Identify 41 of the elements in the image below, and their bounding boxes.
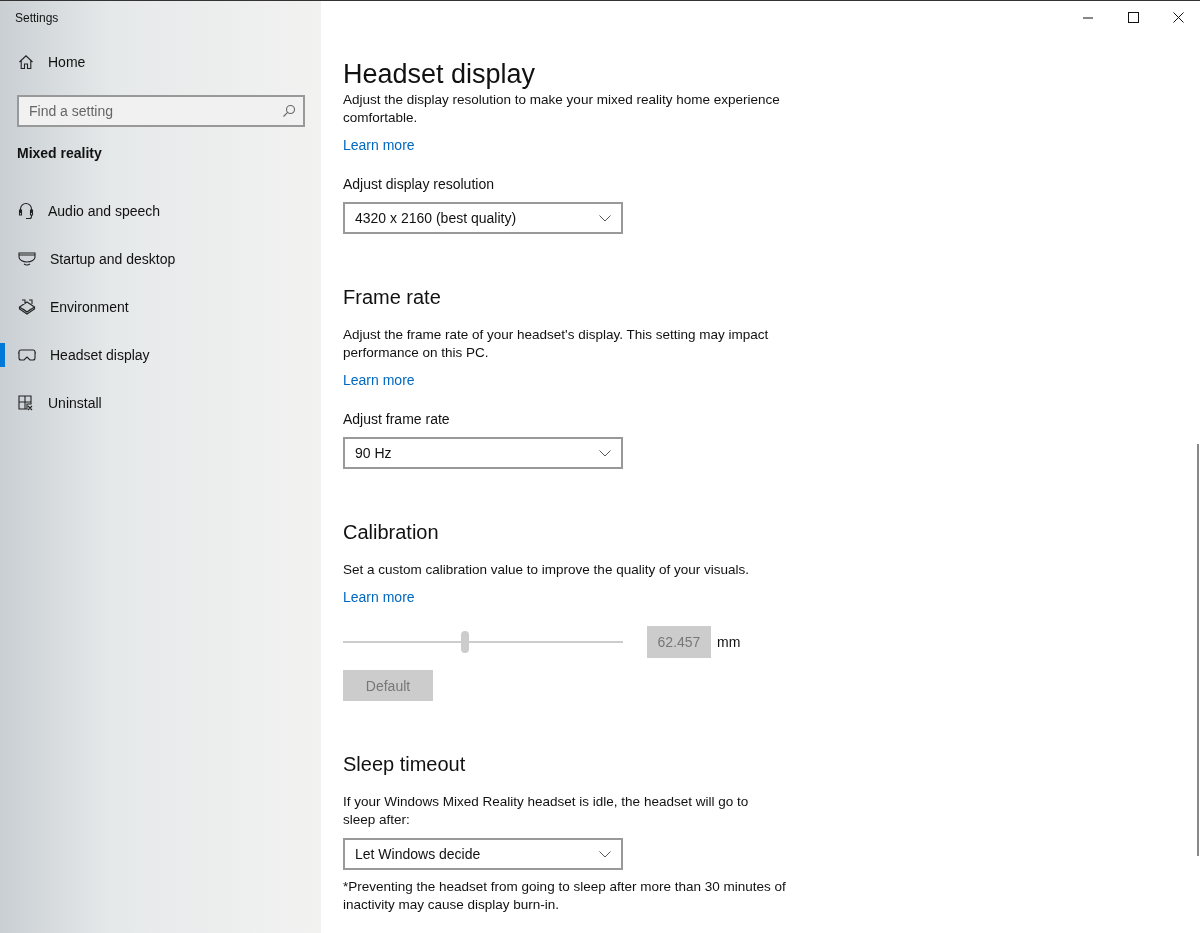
scrollbar[interactable]: [1197, 444, 1199, 856]
home-nav-item[interactable]: Home: [0, 49, 321, 75]
window-title: Settings: [14, 10, 60, 25]
home-icon: [18, 54, 34, 70]
section-heading: Sleep timeout: [343, 752, 467, 777]
section-description: Adjust the display resolution to make your mixed reality home experience comfortable.: [343, 91, 781, 127]
field-label: Adjust frame rate: [343, 410, 451, 428]
sidebar-item[interactable]: Environment: [0, 283, 321, 331]
chevron-down-icon: [599, 449, 611, 457]
chevron-down-icon: [599, 214, 611, 222]
headset-icon: [18, 202, 34, 220]
section-heading: Calibration: [343, 520, 440, 545]
sidebar-item[interactable]: Startup and desktop: [0, 235, 321, 283]
dropdown[interactable]: 4320 x 2160 (best quality): [343, 202, 623, 234]
learn-more-link[interactable]: Learn more: [343, 136, 415, 154]
grid-remove-icon: [18, 395, 34, 411]
visor-icon: [18, 251, 36, 267]
chevron-down-icon: [599, 850, 611, 858]
page-title: Headset display: [343, 58, 537, 91]
sidebar-item[interactable]: Audio and speech: [0, 187, 321, 235]
section-title: Mixed reality: [16, 144, 103, 161]
minimize-icon[interactable]: [1082, 16, 1094, 19]
note-text: *Preventing the headset from going to sleep after more than 30 minutes of inactivity may cause display burn-in.: [343, 878, 787, 914]
search-icon: [282, 104, 296, 118]
sidebar-item[interactable]: Headset display: [0, 331, 321, 379]
section-description: Adjust the frame rate of your headset's display. This setting may impact performance on this PC.: [343, 326, 770, 362]
learn-more-link[interactable]: Learn more: [343, 588, 415, 606]
section-description: Set a custom calibration value to improve the quality of your visuals.: [343, 561, 750, 579]
field-label: Adjust display resolution: [343, 175, 495, 193]
learn-more-link[interactable]: Learn more: [343, 371, 415, 389]
environment-icon: [18, 299, 36, 315]
headset-visor-icon: [18, 348, 36, 362]
unit-label: mm: [717, 634, 741, 650]
sidebar-item[interactable]: Uninstall: [0, 379, 321, 427]
section-description: If your Windows Mixed Reality headset is idle, the headset will go to sleep after:: [343, 793, 750, 829]
section-heading: Frame rate: [343, 285, 442, 310]
search-field[interactable]: Find a setting: [17, 95, 305, 127]
dropdown[interactable]: 90 Hz: [343, 437, 623, 469]
maximize-icon[interactable]: [1128, 12, 1139, 23]
dropdown[interactable]: Let Windows decide: [343, 838, 623, 870]
close-icon[interactable]: [1173, 12, 1184, 23]
